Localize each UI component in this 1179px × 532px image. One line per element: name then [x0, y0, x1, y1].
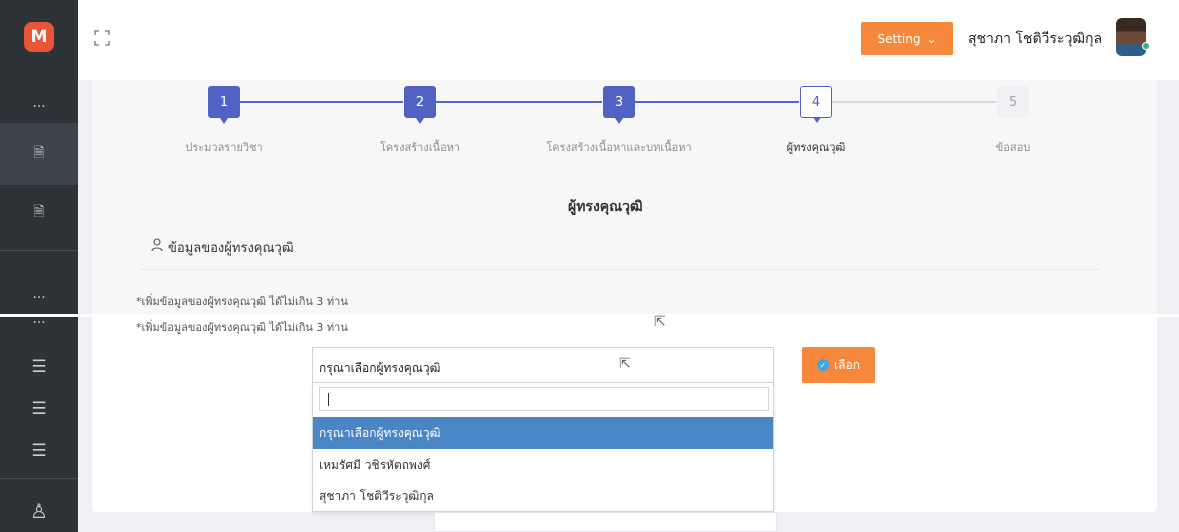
- sidebar-menu-icon[interactable]: ☰: [0, 352, 78, 382]
- fullscreen-icon[interactable]: [94, 30, 110, 46]
- text-caret: [328, 393, 329, 406]
- sidebar-menu-icon-3[interactable]: ☰: [0, 436, 78, 466]
- step-1[interactable]: 1: [208, 86, 240, 124]
- check-circle-icon: ✓: [817, 359, 830, 371]
- avatar[interactable]: [1116, 18, 1146, 56]
- step-connector: [635, 101, 799, 103]
- step-connector: [832, 101, 996, 103]
- sidebar-more-icon-2[interactable]: ···: [0, 287, 78, 309]
- top-bar: Setting ⌄ สุชาภา โชติวีระวุฒิกุล: [78, 0, 1179, 80]
- sidebar: M ··· 🗎 🗎 ··· ··· ☰ ☰ ☰ ♙: [0, 0, 78, 532]
- sidebar-more-icon[interactable]: ···: [0, 92, 78, 122]
- dropdown-option[interactable]: เหมรัศมี วชิรหัตถพงศ์: [313, 449, 773, 481]
- expert-select[interactable]: กรุณาเลือกผู้ทรงคุณวุฒิ: [312, 347, 774, 383]
- step-1-label: ประมวลรายวิชา: [185, 141, 263, 154]
- sidebar-document-icon[interactable]: 🗎: [0, 123, 78, 185]
- expert-select-value: กรุณาเลือกผู้ทรงคุณวุฒิ: [319, 361, 441, 375]
- online-status-icon: [1142, 42, 1150, 50]
- step-2[interactable]: 2: [404, 86, 436, 124]
- note-text: *เพิ่มข้อมูลของผู้ทรงคุณวุฒิ ได้ไม่เกิน …: [136, 295, 348, 308]
- step-2-label: โครงสร้างเนื้อหา: [379, 141, 461, 154]
- step-5-label: ข้อสอบ: [995, 141, 1031, 154]
- app-logo[interactable]: M: [24, 22, 54, 52]
- expert-dropdown: กรุณาเลือกผู้ทรงคุณวุฒิ เหมรัศมี วชิรหัต…: [312, 383, 774, 512]
- sidebar-document-icon-2[interactable]: 🗎: [0, 190, 78, 236]
- divider: [141, 269, 1099, 270]
- setting-button[interactable]: Setting ⌄: [861, 22, 953, 55]
- mouse-cursor-icon: ⇱: [654, 314, 666, 330]
- mouse-cursor-icon-2: ⇱: [619, 356, 631, 372]
- note-text-2: *เพิ่มข้อมูลของผู้ทรงคุณวุฒิ ได้ไม่เกิน …: [136, 321, 348, 334]
- step-4[interactable]: 4: [800, 86, 832, 123]
- section-title: ผู้ทรงคุณวุฒิ: [568, 199, 643, 215]
- step-3-label: โครงสร้างเนื้อหาและบทเนื้อหา: [546, 141, 692, 154]
- setting-label: Setting: [877, 31, 921, 46]
- obscured-field: [434, 512, 777, 532]
- step-3[interactable]: 3: [603, 86, 635, 124]
- sidebar-separator: [0, 250, 78, 251]
- choose-button[interactable]: ✓ เลือก: [802, 347, 875, 383]
- dropdown-option[interactable]: สุชาภา โชติวีระวุฒิกุล: [313, 480, 773, 512]
- info-heading: ข้อมูลของผู้ทรงคุณวุฒิ: [168, 241, 294, 256]
- choose-button-label: เลือก: [834, 357, 860, 372]
- step-connector: [436, 101, 602, 103]
- step-4-label: ผู้ทรงคุณวุฒิ: [786, 141, 846, 154]
- step-5[interactable]: 5: [997, 86, 1029, 118]
- dropdown-option[interactable]: กรุณาเลือกผู้ทรงคุณวุฒิ: [313, 417, 773, 449]
- person-icon: [151, 238, 163, 252]
- dropdown-search-input[interactable]: [319, 387, 769, 411]
- sidebar-separator-2: [0, 478, 78, 479]
- step-connector: [240, 101, 403, 103]
- chevron-down-icon: ⌄: [926, 31, 937, 46]
- sidebar-user-icon[interactable]: ♙: [0, 496, 78, 526]
- frame-seam: [0, 314, 1179, 317]
- sidebar-menu-icon-2[interactable]: ☰: [0, 394, 78, 424]
- user-name[interactable]: สุชาภา โชติวีระวุฒิกุล: [968, 28, 1102, 50]
